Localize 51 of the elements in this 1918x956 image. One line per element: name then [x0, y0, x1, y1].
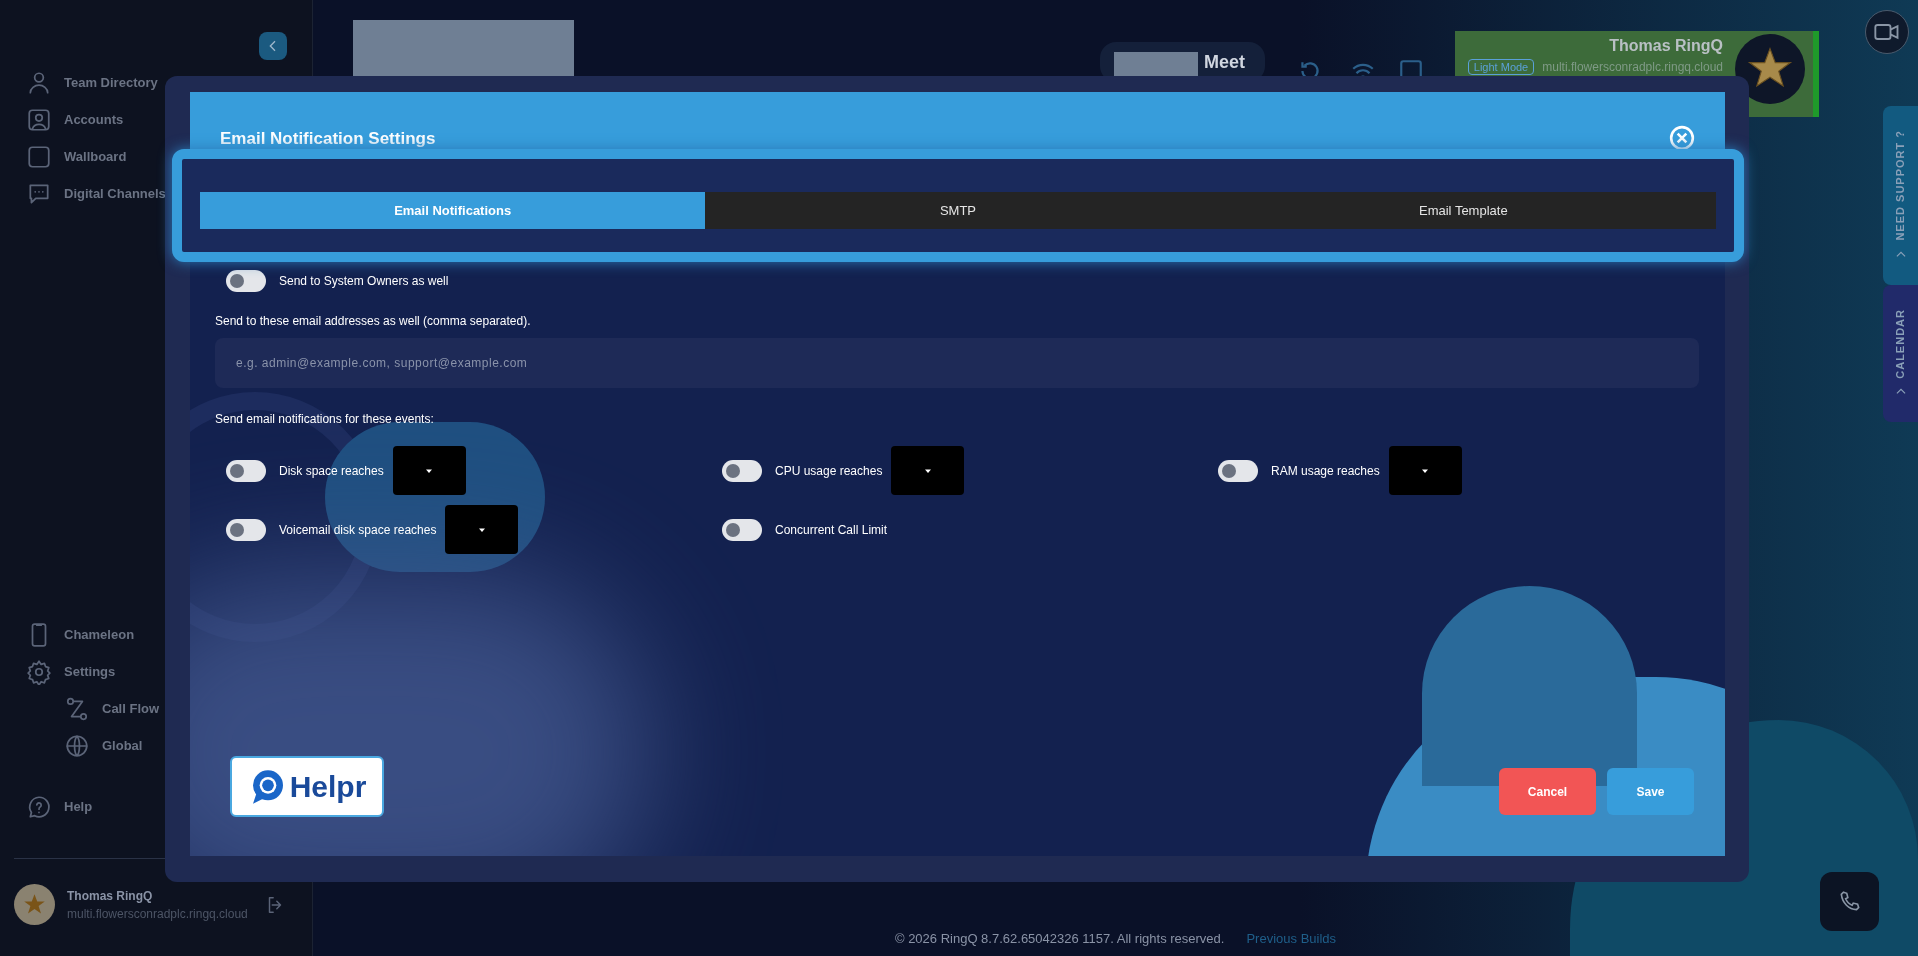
toggle-switch[interactable]: [226, 459, 266, 482]
light-mode-button[interactable]: Light Mode: [1467, 59, 1535, 75]
save-button[interactable]: Save: [1607, 768, 1694, 815]
input-field[interactable]: e.g. admin@example.com, support@example.com: [215, 338, 1699, 388]
route-icon: [64, 696, 90, 722]
user-name: Thomas RingQ: [67, 887, 154, 905]
toggle-switch[interactable]: [1218, 459, 1258, 482]
sidebar-item[interactable]: Chameleon: [26, 620, 135, 650]
toggle-label: Voicemail disk space reaches: [279, 521, 437, 539]
sidebar-item[interactable]: Settings: [26, 657, 116, 687]
toggle-label: RAM usage reaches: [1271, 462, 1380, 480]
close-icon: [1669, 125, 1695, 151]
toggle-switch[interactable]: [722, 518, 762, 541]
toggle-label: Send to System Owners as well: [279, 273, 449, 290]
sidebar-subitem[interactable]: Call Flow: [64, 694, 160, 724]
section-label: Send email notifications for these events:: [215, 411, 435, 428]
video-call-button[interactable]: [1865, 10, 1909, 54]
toggle-switch[interactable]: [722, 459, 762, 482]
sidebar-item[interactable]: Digital Channels: [26, 179, 166, 209]
sidebar-subitem[interactable]: Global: [64, 731, 143, 761]
question-bubble-icon: [26, 794, 52, 820]
toggle-label: Disk space reaches: [279, 462, 384, 480]
meet-label: Meet: [1204, 52, 1245, 72]
sidebar-item[interactable]: Wallboard: [26, 142, 127, 172]
toggle-switch[interactable]: [226, 270, 266, 292]
sidebar-item[interactable]: Help: [26, 792, 93, 822]
sidebar-item[interactable]: Accounts: [26, 105, 124, 135]
square-icon: [26, 144, 52, 170]
sidebar-item[interactable]: Team Directory: [26, 68, 158, 98]
profile-name: Thomas RingQ: [1609, 36, 1723, 56]
modal-title: Email Notification Settings: [220, 127, 436, 150]
close-button[interactable]: [1669, 125, 1695, 151]
cancel-button[interactable]: Cancel: [1499, 768, 1596, 815]
user-domain: multi.flowersconradplc.ringq.cloud: [67, 905, 248, 923]
side-tab[interactable]: CALENDAR: [1883, 285, 1918, 422]
chat-bubble-icon: [26, 181, 52, 207]
field-label: Send to these email addresses as well (comma separated).: [215, 313, 532, 330]
toggle-switch[interactable]: [226, 518, 266, 541]
globe-icon: [64, 733, 90, 759]
toggle-label: CPU usage reaches: [775, 462, 883, 480]
copyright-text: © 2026 RingQ 8.7.62.65042326 1157. All rights reserved.: [894, 930, 1225, 948]
toggle-label: Concurrent Call Limit: [775, 521, 888, 539]
side-tab[interactable]: NEED SUPPORT ?: [1883, 106, 1918, 285]
tab[interactable]: Email Notifications: [200, 192, 706, 229]
profile-domain: multi.flowersconradplc.ringq.cloud: [1542, 60, 1723, 74]
collapse-button[interactable]: [259, 32, 287, 60]
logo-text: Helpr: [289, 769, 367, 805]
contact-card-icon: [26, 107, 52, 133]
previous-builds-link[interactable]: Previous Builds: [1246, 929, 1337, 949]
settings-icon: [26, 659, 52, 685]
phone-button[interactable]: [1820, 872, 1879, 931]
